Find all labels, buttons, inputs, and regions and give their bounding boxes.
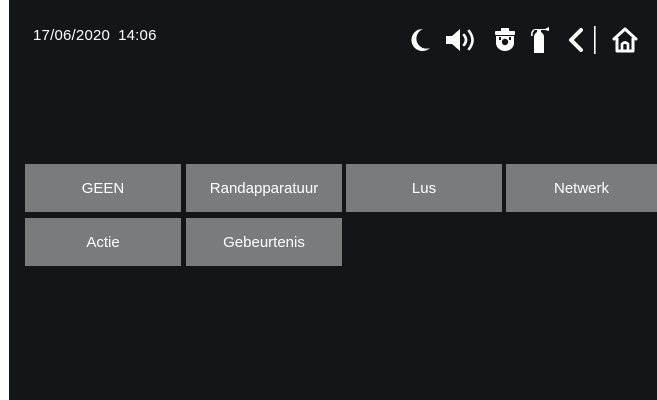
top-toolbar (9, 20, 657, 60)
option-label: Lus (411, 179, 437, 197)
option-label: GEEN (81, 179, 125, 197)
fire-detector-icon[interactable] (490, 20, 520, 60)
option-randapparatuur-button[interactable]: Randapparatuur (186, 164, 342, 212)
option-actie-button[interactable]: Actie (25, 218, 181, 266)
option-label: Randapparatuur (209, 179, 319, 197)
option-label: Actie (86, 233, 120, 251)
panel-screen: 17/06/2020 14:06 GEEN Randapparatuur Lus… (9, 0, 657, 400)
back-icon[interactable] (564, 20, 588, 60)
option-geen-button[interactable]: GEEN (25, 164, 181, 212)
option-label: Gebeurtenis (223, 233, 305, 251)
toolbar-divider (592, 20, 598, 60)
option-gebeurtenis-button[interactable]: Gebeurtenis (186, 218, 342, 266)
option-lus-button[interactable]: Lus (346, 164, 502, 212)
night-mode-icon[interactable] (405, 20, 435, 60)
home-icon[interactable] (609, 20, 641, 60)
option-label: Netwerk (553, 179, 609, 197)
fire-extinguisher-icon[interactable] (528, 20, 554, 60)
option-netwerk-button[interactable]: Netwerk (506, 164, 657, 212)
volume-icon[interactable] (442, 20, 482, 60)
